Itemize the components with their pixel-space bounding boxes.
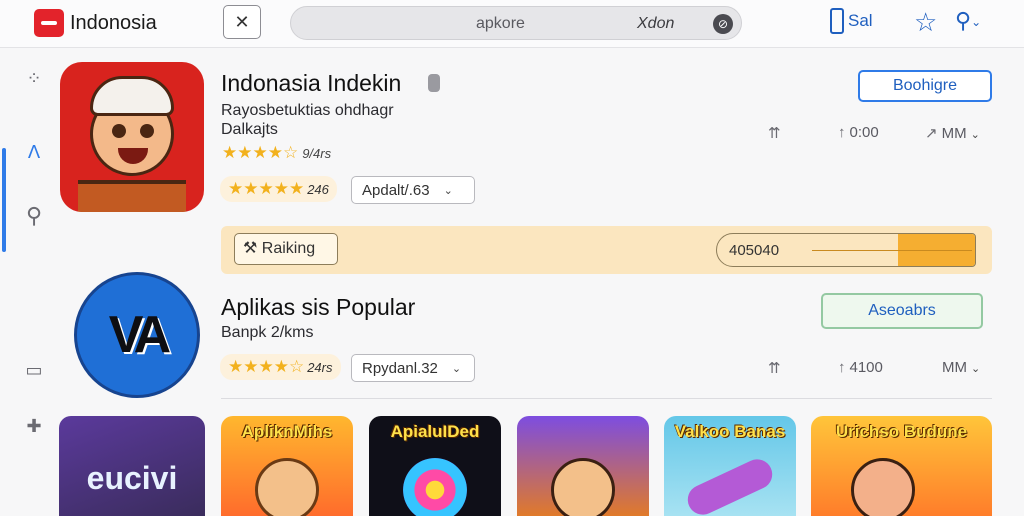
stat-value: 0:00 <box>849 124 879 141</box>
phone-icon <box>830 8 844 34</box>
screen-icon[interactable]: ▭ <box>20 356 48 384</box>
ranking-bar: ⚒ Raiking 405040 <box>221 226 992 274</box>
time-stat: ↑ 0:00 <box>838 124 879 141</box>
puzzle-icon[interactable]: ✚ <box>20 412 48 440</box>
app-thumbnail[interactable]: Valkoo Banas <box>664 416 796 516</box>
share-icon: ⇈ <box>768 125 781 142</box>
app-thumbnail[interactable]: ApialuIDed <box>369 416 501 516</box>
share-icon: ⇈ <box>768 360 781 377</box>
search-menu-button[interactable]: ⚲⌄ <box>955 8 981 35</box>
chevron-down-icon: ⌄ <box>970 129 980 141</box>
share-stat[interactable]: ⇈ <box>768 124 785 142</box>
ranking-label: Raiking <box>261 240 316 257</box>
app-icon-indonasia[interactable] <box>60 62 204 212</box>
section-divider <box>221 398 992 399</box>
dropdown-label: Apdalt/.63 <box>362 181 430 199</box>
app-rating-pill: ★★★★★ 246 <box>220 176 337 202</box>
dots-icon[interactable]: ⁘ <box>20 64 48 92</box>
arrow-up-icon: ↑ <box>838 124 846 141</box>
thumbnail-label: Urichso Budune <box>835 422 968 441</box>
dropdown-label: Rpydanl.32 <box>362 359 438 377</box>
tag-icon <box>428 74 440 92</box>
thumbnail-label: ApliknMihs <box>241 422 333 441</box>
icon-eye <box>112 124 126 138</box>
ranking-value: 405040 <box>729 242 780 259</box>
thumbnail-art <box>551 458 615 516</box>
phone-button[interactable]: Sal <box>830 8 873 34</box>
app-rating-pill: ★★★★☆ 24rs <box>220 354 341 380</box>
app-thumbnail[interactable]: ApliknMihs <box>221 416 353 516</box>
icon-eye <box>140 124 154 138</box>
thumbnail-label: Valkoo Banas <box>674 422 786 441</box>
rating-stars: ★★★★☆ <box>228 357 305 376</box>
sidebar: ⁘ ᐱ ⚲ ▭ ✚ <box>0 48 62 512</box>
search-right-text: Xdon <box>637 15 675 32</box>
thumbnail-art <box>682 454 778 516</box>
clear-search-icon[interactable]: ⊘ <box>713 14 733 34</box>
install-button[interactable]: Boohigre <box>858 70 992 102</box>
chevron-down-icon: ⌄ <box>443 184 453 197</box>
share-stat[interactable]: ⇈ <box>768 359 785 377</box>
arrow-icon: ↗ <box>925 125 938 142</box>
thumbnail-art <box>851 458 916 516</box>
app-subtitle: Rayosbetuktias ohdhagr <box>221 102 394 119</box>
chevron-down-icon: ⌄ <box>971 363 981 375</box>
ranking-progress: 405040 <box>716 233 976 267</box>
icon-shirt <box>78 180 186 212</box>
apps-icon[interactable]: ᐱ <box>20 138 48 166</box>
chevron-down-icon: ⌄ <box>451 362 462 375</box>
brand-name: Indonosia <box>70 11 157 34</box>
star-icon[interactable]: ☆ <box>914 8 937 36</box>
top-bar: Indonosia ✕ apkore Xdon ⊘ Sal ☆ ⚲⌄ <box>0 0 1024 48</box>
app-title[interactable]: Aplikas sis Popular <box>221 294 415 321</box>
thumbnail-label: ApialuIDed <box>390 422 480 441</box>
arrow-up-icon: ↑ <box>838 359 846 376</box>
chevron-down-icon: ⌄ <box>971 15 982 30</box>
size-stat[interactable]: ↗ MM ⌄ <box>925 124 980 142</box>
stat-value: MM <box>942 359 967 376</box>
search-icon: ⚲ <box>955 8 972 33</box>
app-rating: ★★★★☆ 9/4rs <box>222 143 331 163</box>
close-button[interactable]: ✕ <box>223 5 261 39</box>
app-icon-popular[interactable]: VA <box>74 272 200 398</box>
icon-hair <box>90 76 174 116</box>
rating-stars: ★★★★☆ <box>222 143 299 162</box>
thumbnail-label: eucivi <box>86 460 178 496</box>
stat-value: MM <box>941 125 967 142</box>
rating-text: 24rs <box>307 360 333 375</box>
search-input[interactable]: apkore Xdon ⊘ <box>290 6 742 40</box>
rating-count: 246 <box>307 182 329 197</box>
ranking-button[interactable]: ⚒ Raiking <box>234 233 338 265</box>
app-thumbnail[interactable]: eucivi <box>59 416 205 516</box>
app-developer[interactable]: Dalkajts <box>221 121 278 139</box>
ranking-progress-line <box>812 250 972 251</box>
stat-value: 4100 <box>849 359 883 376</box>
phone-label: Sal <box>848 11 873 30</box>
rating-stars: ★★★★★ <box>228 179 305 198</box>
youtube-logo-icon <box>34 9 64 37</box>
size-stat[interactable]: MM ⌄ <box>942 359 980 376</box>
app-thumbnail[interactable]: Urichso Budune <box>811 416 992 516</box>
thumbnail-art <box>403 458 467 516</box>
version-dropdown[interactable]: Rpydanl.32 ⌄ <box>351 354 475 382</box>
search-icon[interactable]: ⚲ <box>20 202 48 230</box>
thumbnail-art <box>255 458 319 516</box>
ranking-icon: ⚒ <box>243 240 258 257</box>
search-query: apkore <box>476 15 525 32</box>
brand[interactable]: Indonosia <box>34 9 157 37</box>
app-thumbnail[interactable] <box>517 416 649 516</box>
rating-text: 9/4rs <box>302 146 332 161</box>
version-dropdown[interactable]: Apdalt/.63 ⌄ <box>351 176 475 204</box>
va-logo-icon: VA <box>108 306 171 364</box>
app-subtitle: Banpk 2/kms <box>221 324 314 341</box>
sidebar-active-indicator <box>2 148 6 252</box>
app-title[interactable]: Indonasia Indekin <box>221 70 401 97</box>
download-stat: ↑ 4100 <box>838 359 883 376</box>
open-button[interactable]: Aseoabrs <box>821 293 983 329</box>
